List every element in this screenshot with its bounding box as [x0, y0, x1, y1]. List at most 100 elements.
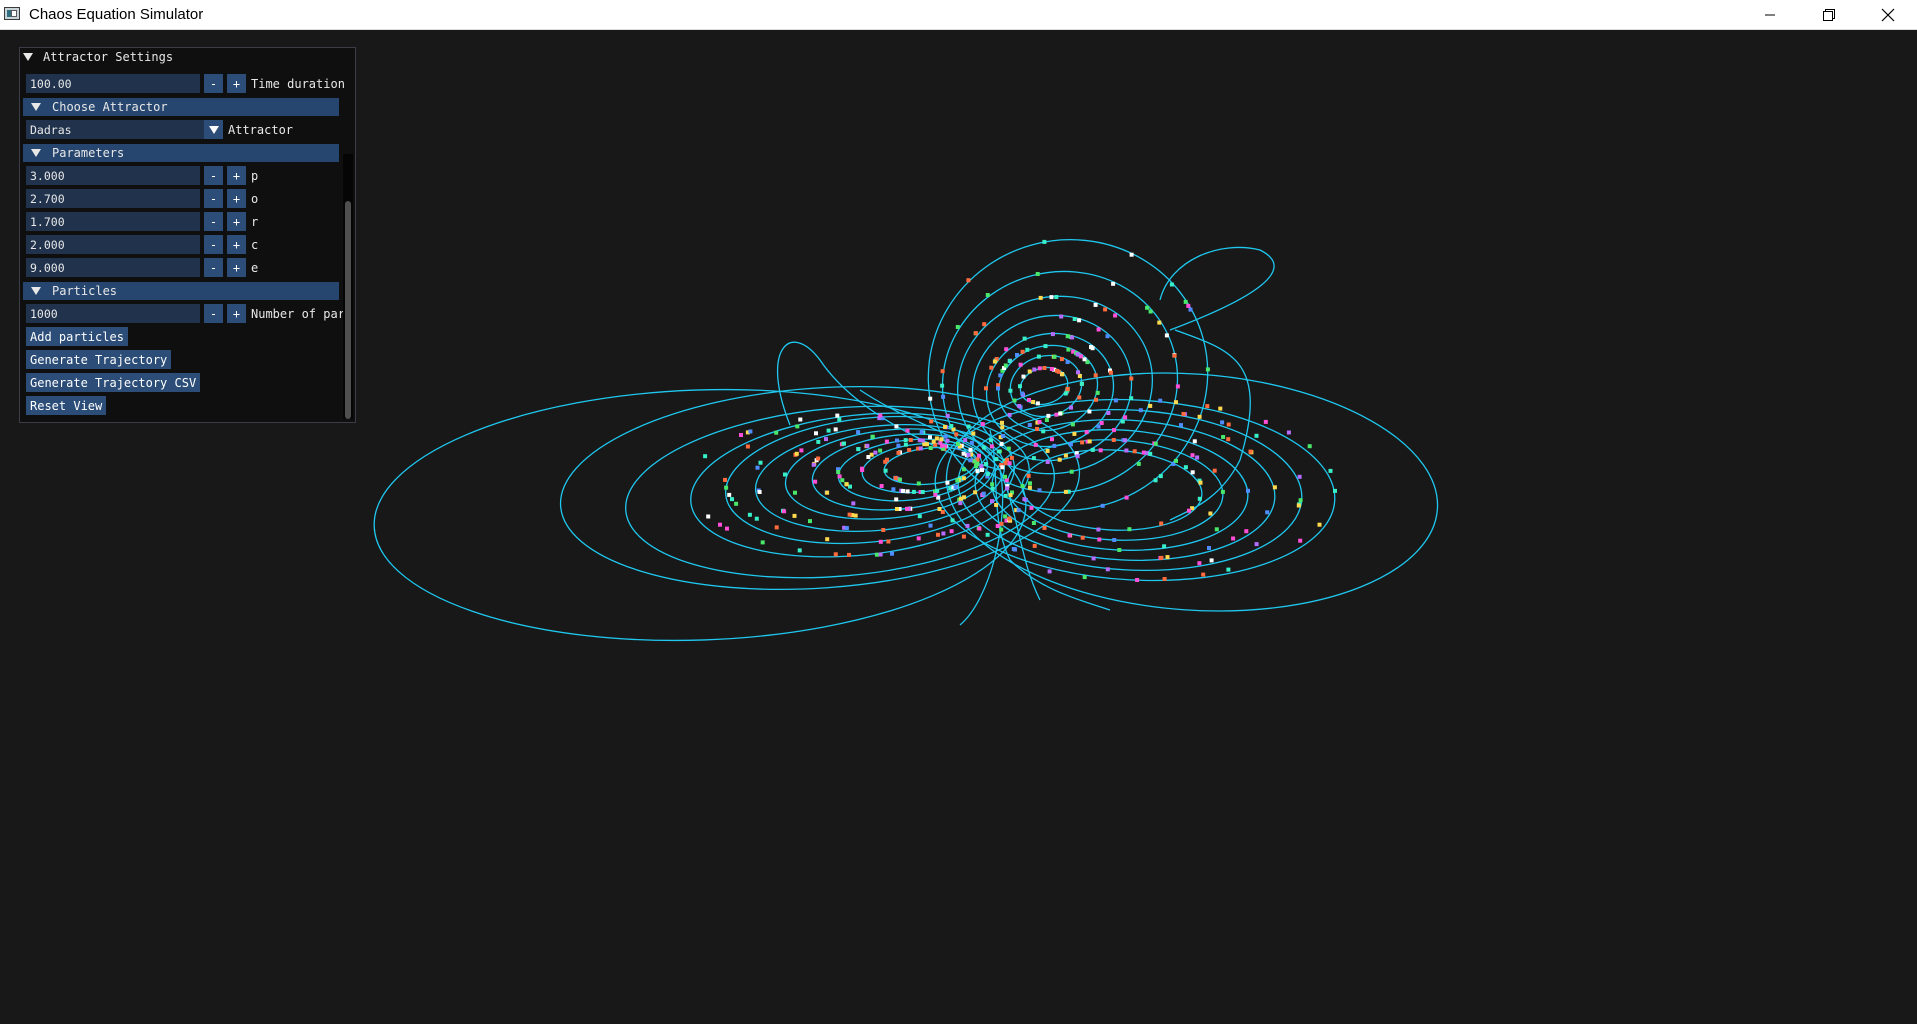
reset-view-button[interactable]: Reset View: [26, 396, 107, 415]
parameter-r-increment-button[interactable]: +: [227, 212, 246, 231]
attractor-select-row: Dadras Attractor: [26, 120, 293, 139]
particle: [774, 430, 779, 435]
particle: [844, 482, 849, 487]
particle: [794, 451, 799, 456]
particle-count-decrement-button[interactable]: -: [204, 304, 223, 323]
particle: [1013, 547, 1017, 552]
particles-header-label: Particles: [52, 284, 118, 298]
particle: [734, 501, 739, 506]
particle: [1037, 366, 1042, 371]
parameter-r-input[interactable]: 1.700: [26, 212, 200, 231]
particle: [847, 552, 851, 557]
parameter-row-c: 2.000 - + c: [26, 235, 258, 254]
particle: [874, 552, 879, 557]
particle: [1174, 458, 1178, 463]
particle: [725, 526, 729, 531]
particle: [1077, 395, 1082, 400]
parameter-c-decrement-button[interactable]: -: [204, 235, 223, 254]
particle: [980, 468, 984, 472]
particle: [972, 459, 977, 464]
particle: [1027, 398, 1031, 402]
parameter-c-increment-button[interactable]: +: [227, 235, 246, 254]
particle: [1248, 449, 1253, 454]
particle: [917, 514, 922, 519]
particle: [1174, 400, 1178, 405]
parameter-e-input[interactable]: 9.000: [26, 258, 200, 277]
particle: [961, 534, 966, 539]
particle: [1169, 282, 1174, 287]
particle: [1090, 346, 1095, 351]
parameter-p-increment-button[interactable]: +: [227, 166, 246, 185]
particle: [962, 495, 967, 500]
attractor-settings-panel[interactable]: Attractor Settings 100.00 - + Time durat…: [19, 47, 356, 423]
particle: [853, 513, 858, 518]
time-duration-input[interactable]: 100.00: [26, 74, 200, 93]
particle: [928, 446, 933, 450]
parameter-o-decrement-button[interactable]: -: [204, 189, 223, 208]
particle: [1025, 347, 1030, 352]
particle: [1054, 412, 1059, 417]
particle: [1035, 272, 1040, 276]
minimize-icon[interactable]: [1747, 0, 1793, 29]
particle: [1016, 508, 1021, 513]
particle: [961, 467, 966, 472]
particles-header[interactable]: Particles: [23, 282, 339, 300]
particle: [903, 442, 908, 447]
title-bar[interactable]: Chaos Equation Simulator: [0, 0, 1917, 30]
panel-scrollbar[interactable]: [343, 154, 353, 419]
parameter-r-decrement-button[interactable]: -: [204, 212, 223, 231]
add-particles-button[interactable]: Add particles: [26, 327, 128, 346]
parameter-o-input[interactable]: 2.700: [26, 189, 200, 208]
panel-scrollbar-thumb[interactable]: [345, 201, 351, 419]
particle-count-increment-button[interactable]: +: [227, 304, 246, 323]
time-duration-decrement-button[interactable]: -: [204, 74, 223, 93]
particle: [1157, 320, 1162, 325]
particle: [989, 444, 994, 449]
particle: [895, 438, 899, 443]
particle: [856, 430, 861, 435]
particle: [870, 434, 875, 439]
parameter-p-decrement-button[interactable]: -: [204, 166, 223, 185]
particle: [971, 431, 976, 436]
particle: [941, 531, 946, 536]
parameter-e-increment-button[interactable]: +: [227, 258, 246, 277]
parameters-header[interactable]: Parameters: [23, 144, 339, 162]
particle: [881, 528, 886, 532]
parameter-p-input[interactable]: 3.000: [26, 166, 200, 185]
particle: [1197, 414, 1202, 419]
particle: [985, 532, 990, 537]
particle: [1201, 572, 1206, 577]
particle: [1317, 522, 1322, 527]
particle: [990, 486, 995, 491]
particle: [1017, 404, 1022, 408]
choose-attractor-header[interactable]: Choose Attractor: [23, 98, 339, 116]
particle: [1018, 384, 1022, 389]
particle: [980, 422, 985, 427]
particle: [1004, 347, 1009, 352]
generate-trajectory-csv-button[interactable]: Generate Trajectory CSV: [26, 373, 201, 392]
particle: [1065, 387, 1070, 391]
parameter-c-input[interactable]: 2.000: [26, 235, 200, 254]
collapse-arrow-icon[interactable]: [23, 53, 33, 61]
particle: [1057, 457, 1062, 462]
particle-count-input[interactable]: 1000: [26, 304, 200, 323]
particle: [1065, 334, 1070, 339]
particle: [1054, 295, 1059, 299]
generate-trajectory-button[interactable]: Generate Trajectory: [26, 350, 172, 369]
dropdown-arrow-icon[interactable]: [204, 120, 223, 139]
particle: [966, 278, 971, 283]
panel-title-bar[interactable]: Attractor Settings: [20, 48, 355, 66]
attractor-select[interactable]: Dadras: [26, 120, 223, 139]
time-duration-increment-button[interactable]: +: [227, 74, 246, 93]
particle: [1087, 409, 1092, 414]
particle: [1090, 447, 1095, 452]
parameter-e-decrement-button[interactable]: -: [204, 258, 223, 277]
close-icon[interactable]: [1865, 0, 1911, 29]
restore-icon[interactable]: [1806, 0, 1852, 29]
parameter-o-increment-button[interactable]: +: [227, 189, 246, 208]
particle: [1036, 354, 1041, 359]
particle: [1096, 327, 1101, 332]
particle: [1043, 344, 1048, 349]
particle: [1129, 396, 1134, 401]
particle: [1003, 474, 1007, 479]
